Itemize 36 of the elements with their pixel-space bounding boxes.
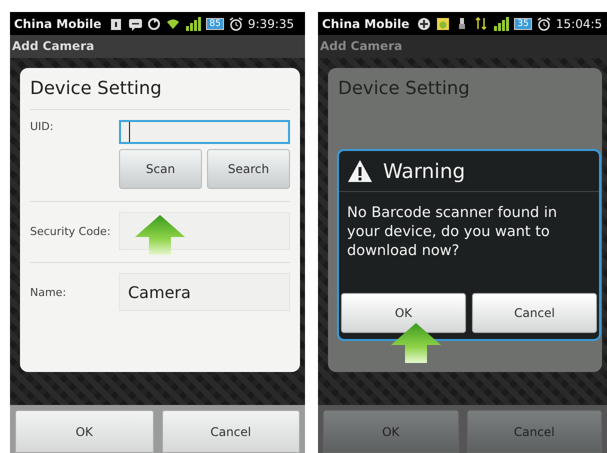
clock-time: 9:39:35 <box>248 16 294 30</box>
warning-icon <box>347 159 373 183</box>
cancel-button[interactable]: Cancel <box>162 410 300 453</box>
cancel-button[interactable]: Cancel <box>472 293 597 333</box>
carrier-name: China Mobile <box>14 16 102 30</box>
app-title: Add Camera <box>318 35 607 58</box>
alarm-clock-icon <box>536 16 551 30</box>
alert-message: No Barcode scanner found in your device, do you want to download now? <box>346 204 558 261</box>
field-label: Security Code: <box>30 224 112 238</box>
alert-title: Warning <box>383 159 466 183</box>
ok-button[interactable]: OK <box>341 293 466 333</box>
sync-icon <box>147 16 162 30</box>
field-label: Name: <box>30 286 68 298</box>
battery-level: 85 <box>206 18 224 30</box>
pointer-arrow-icon <box>135 215 185 255</box>
signal-icon <box>493 16 510 30</box>
wifi-icon <box>166 16 180 30</box>
dialog-title: Device Setting <box>338 68 592 110</box>
field-label: UID: <box>30 120 54 133</box>
carrier-name: China Mobile <box>322 16 410 30</box>
app-icon <box>436 16 450 30</box>
signal-icon <box>185 16 202 30</box>
search-button[interactable]: Search <box>207 149 290 189</box>
name-field[interactable]: Camera <box>119 273 290 311</box>
ok-button[interactable]: OK <box>15 410 154 453</box>
pointer-arrow-icon <box>391 323 441 363</box>
alarm-clock-icon <box>228 16 243 30</box>
plus-icon <box>417 16 432 30</box>
battery-level: 35 <box>514 18 532 30</box>
data-arrows-icon <box>474 16 488 30</box>
chat-bubble-icon <box>128 16 142 30</box>
clock-time: 15:04:5 <box>556 16 602 30</box>
scan-button[interactable]: Scan <box>119 149 202 189</box>
dialog-title: Device Setting <box>30 68 290 110</box>
uid-field[interactable] <box>119 120 290 144</box>
app-title: Add Camera <box>10 35 305 58</box>
